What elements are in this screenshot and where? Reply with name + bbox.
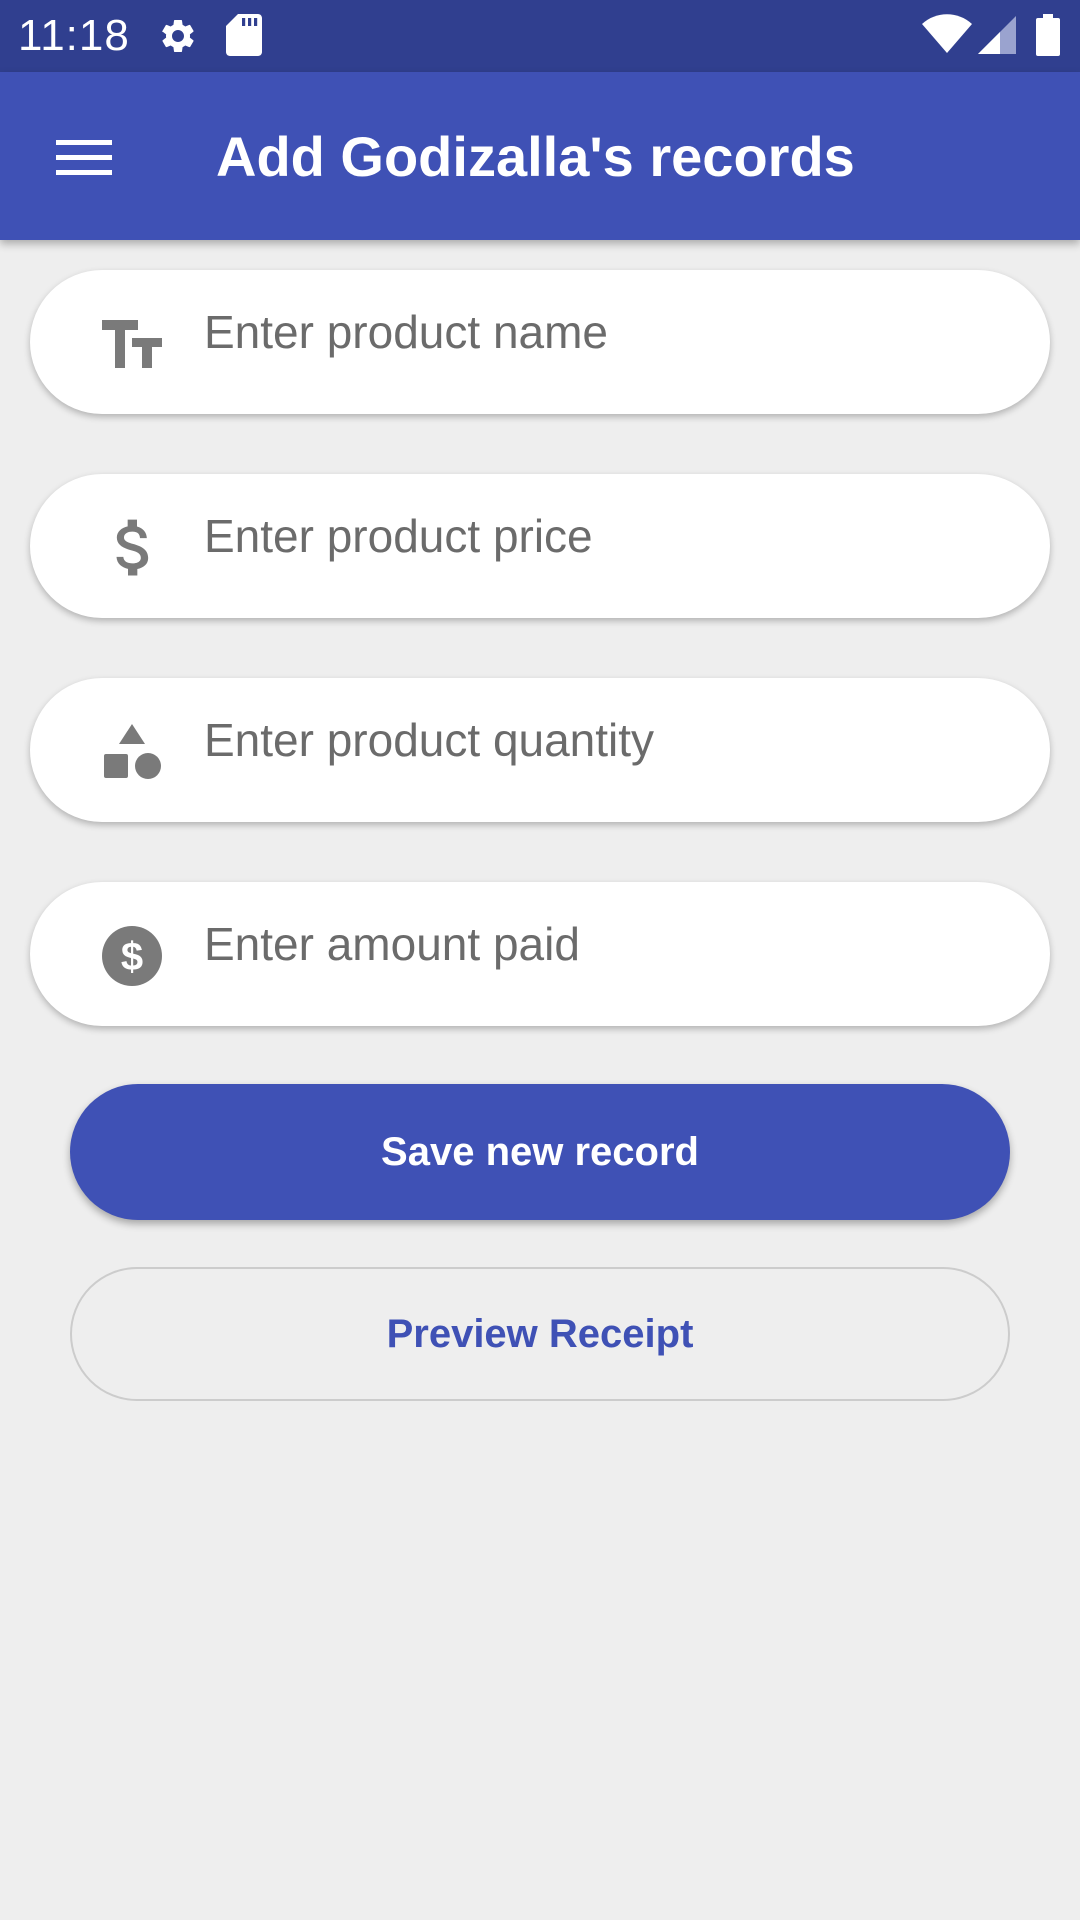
menu-button[interactable] bbox=[40, 114, 128, 202]
svg-text:$: $ bbox=[121, 935, 143, 979]
menu-icon bbox=[56, 140, 112, 175]
settings-icon bbox=[161, 19, 194, 52]
wifi-icon bbox=[922, 14, 972, 53]
shapes-icon bbox=[98, 718, 166, 786]
product-quantity-field[interactable] bbox=[30, 678, 1050, 822]
save-record-label: Save new record bbox=[381, 1129, 699, 1174]
cell-signal-icon bbox=[978, 16, 1016, 54]
dollar-icon bbox=[98, 514, 166, 582]
product-price-input[interactable] bbox=[204, 496, 1004, 576]
product-price-field[interactable] bbox=[30, 474, 1050, 618]
status-time: 11:18 bbox=[18, 11, 130, 60]
page-title: Add Godizalla's records bbox=[216, 125, 855, 188]
text-format-icon bbox=[98, 310, 166, 378]
sd-card-icon bbox=[226, 14, 262, 56]
battery-icon bbox=[1036, 14, 1060, 56]
preview-receipt-button[interactable]: Preview Receipt bbox=[70, 1267, 1010, 1401]
preview-receipt-label: Preview Receipt bbox=[386, 1311, 694, 1356]
paid-circle-icon: $ bbox=[98, 922, 166, 990]
product-name-field[interactable] bbox=[30, 270, 1050, 414]
amount-paid-input[interactable] bbox=[204, 904, 1004, 984]
app-bar: Add Godizalla's records bbox=[0, 72, 1080, 240]
status-bar: 11:18 bbox=[0, 0, 1080, 72]
save-record-button[interactable]: Save new record bbox=[70, 1084, 1010, 1220]
product-quantity-input[interactable] bbox=[204, 700, 1004, 780]
product-name-input[interactable] bbox=[204, 292, 1004, 372]
amount-paid-field[interactable]: $ bbox=[30, 882, 1050, 1026]
